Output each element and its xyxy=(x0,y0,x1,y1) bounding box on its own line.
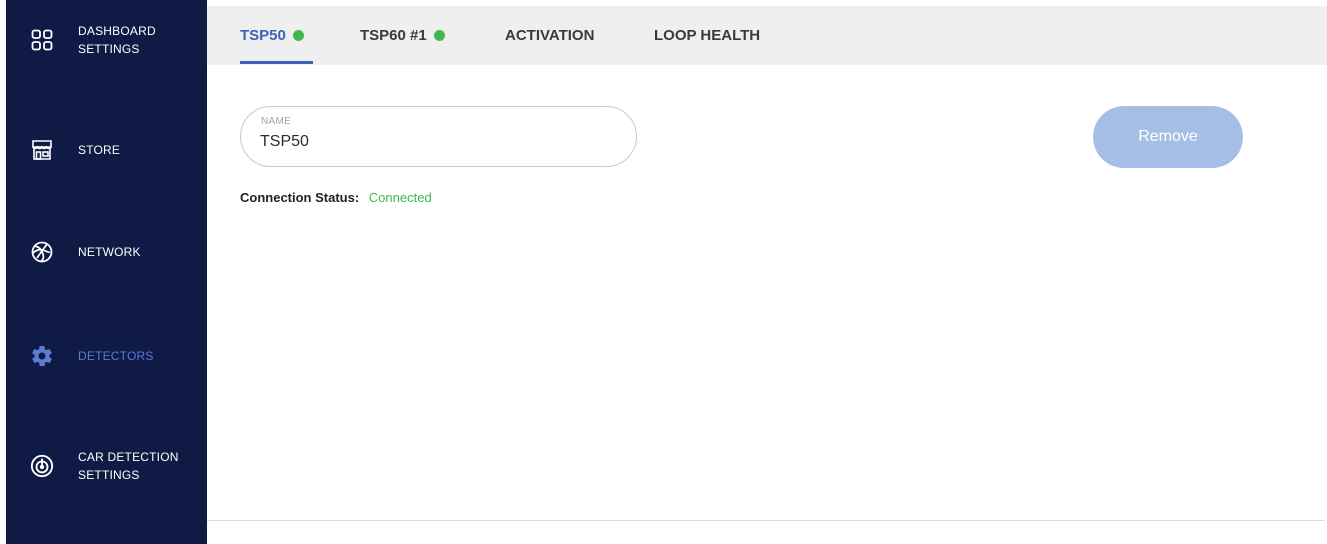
store-icon xyxy=(30,138,54,162)
connection-status: Connection Status: Connected xyxy=(240,190,432,205)
tab-loop-health[interactable]: LOOP HEALTH xyxy=(654,6,760,65)
sidebar-item-label: STORE xyxy=(78,143,121,157)
app-root: DASHBOARD SETTINGS STORE NETWORK DETECTO… xyxy=(0,0,1327,544)
sidebar-item-label-line2: SETTINGS xyxy=(78,42,140,56)
remove-button[interactable]: Remove xyxy=(1093,106,1243,168)
status-dot-icon xyxy=(292,30,304,41)
sidebar-item-detectors[interactable]: DETECTORS xyxy=(6,326,207,386)
tab-tsp60-1[interactable]: TSP60 #1 xyxy=(360,6,445,65)
sidebar-item-label-line2: SETTINGS xyxy=(78,468,140,482)
gear-icon xyxy=(30,344,54,368)
tab-label: TSP50 xyxy=(240,27,286,44)
grid-icon xyxy=(30,28,54,52)
sidebar-item-car-detection-settings[interactable]: CAR DETECTION SETTINGS xyxy=(6,436,207,496)
network-globe-icon xyxy=(30,240,54,264)
sidebar-item-label: DASHBOARD xyxy=(78,24,156,38)
tab-tsp50[interactable]: TSP50 xyxy=(240,6,304,65)
name-field-label: NAME xyxy=(261,116,292,127)
tab-label: TSP60 #1 xyxy=(360,27,427,44)
sidebar-item-label: CAR DETECTION xyxy=(78,450,179,464)
active-tab-indicator xyxy=(240,61,313,64)
sidebar-item-store[interactable]: STORE xyxy=(6,120,207,180)
status-dot-icon xyxy=(433,30,445,41)
target-icon xyxy=(30,454,54,478)
sidebar: DASHBOARD SETTINGS STORE NETWORK DETECTO… xyxy=(6,0,207,544)
tab-label: LOOP HEALTH xyxy=(654,27,761,44)
connection-status-value: Connected xyxy=(368,190,432,205)
sidebar-item-label: NETWORK xyxy=(78,245,141,259)
sidebar-item-network[interactable]: NETWORK xyxy=(6,222,207,282)
connection-status-label: Connection Status: xyxy=(240,190,360,205)
tab-label: ACTIVATION xyxy=(505,27,595,44)
name-field[interactable]: NAME xyxy=(240,106,637,167)
tab-activation[interactable]: ACTIVATION xyxy=(505,6,594,65)
tab-bar: TSP50 TSP60 #1 ACTIVATION LOOP HEALTH xyxy=(207,6,1327,65)
divider xyxy=(207,520,1325,521)
name-input[interactable] xyxy=(260,133,600,151)
sidebar-item-label: DETECTORS xyxy=(78,349,154,363)
sidebar-item-dashboard-settings[interactable]: DASHBOARD SETTINGS xyxy=(6,10,207,70)
